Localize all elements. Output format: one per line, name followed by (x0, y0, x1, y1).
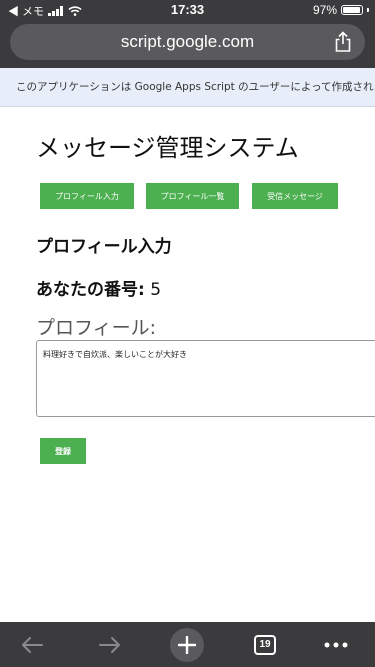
forward-button[interactable] (85, 622, 135, 667)
more-button[interactable] (311, 622, 361, 667)
page-title: メッセージ管理システム (36, 134, 299, 162)
status-bar: ◀ メモ 17:33 97% (0, 0, 375, 20)
battery-level-fill (343, 7, 361, 13)
address-bar[interactable]: script.google.com (10, 24, 365, 60)
battery-tip (367, 8, 369, 12)
url-text: script.google.com (120, 32, 255, 51)
tabs-icon: 19 (254, 634, 276, 655)
back-arrow-icon (22, 636, 43, 653)
new-tab-button[interactable] (162, 622, 212, 667)
battery-percent: 97% (312, 3, 337, 17)
profile-input-button[interactable]: プロフィール入力 (40, 183, 134, 209)
tab-count: 19 (259, 639, 271, 650)
received-messages-button[interactable]: 受信メッセージ (252, 183, 338, 209)
section-title: プロフィール入力 (36, 237, 172, 257)
more-icon (324, 642, 348, 647)
share-icon[interactable] (333, 31, 353, 53)
user-number-value: 5 (150, 280, 162, 300)
profile-textarea[interactable]: 料理好きで自炊派、楽しいことが大好き (36, 340, 375, 417)
user-number-label: あなたの番号: (36, 280, 145, 300)
forward-arrow-icon (99, 636, 120, 653)
register-button[interactable]: 登録 (40, 438, 86, 464)
tabs-button[interactable]: 19 (240, 622, 290, 667)
apps-script-banner: このアプリケーションは Google Apps Script のユーザーによって… (0, 68, 375, 107)
profile-list-button[interactable]: プロフィール一覧 (146, 183, 239, 209)
browser-address-area: script.google.com (0, 20, 375, 68)
banner-text: このアプリケーションは Google Apps Script のユーザーによって… (16, 81, 375, 93)
battery-icon (341, 5, 363, 15)
battery-status: 97% (313, 3, 369, 17)
new-tab-plus-icon (170, 627, 204, 662)
user-number-row: あなたの番号: 5 (36, 275, 161, 300)
profile-field-label: プロフィール: (36, 317, 157, 339)
browser-toolbar: 19 (0, 622, 375, 667)
back-button[interactable] (7, 622, 57, 667)
